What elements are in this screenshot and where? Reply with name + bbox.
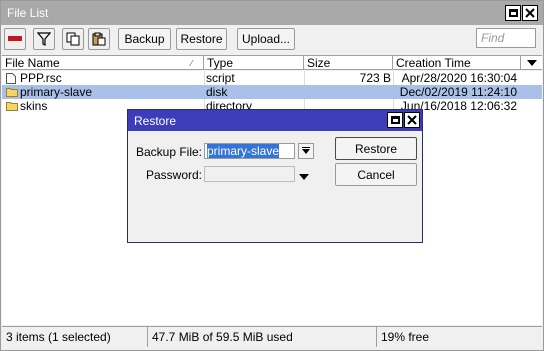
table-header: File Name ∕ Type Size Creation Time bbox=[2, 55, 542, 70]
maximize-icon bbox=[508, 9, 518, 17]
table-row[interactable]: PPP.rsc script 723 B Apr/28/2020 16:30:0… bbox=[2, 71, 542, 85]
cancel-button[interactable]: Cancel bbox=[335, 163, 417, 186]
column-header-size[interactable]: Size bbox=[304, 56, 393, 70]
close-button[interactable] bbox=[522, 5, 538, 21]
column-header-creation-time[interactable]: Creation Time bbox=[393, 56, 521, 70]
status-item-count: 3 items (1 selected) bbox=[6, 330, 111, 344]
backup-button[interactable]: Backup bbox=[118, 28, 171, 50]
paste-icon bbox=[92, 32, 106, 46]
file-type: disk bbox=[206, 85, 228, 99]
status-divider bbox=[376, 327, 377, 347]
copy-icon bbox=[66, 32, 80, 46]
restore-dialog: Restore Backup File: primary-slave Passw… bbox=[127, 109, 423, 243]
file-type: script bbox=[206, 71, 235, 85]
column-header-type[interactable]: Type bbox=[204, 56, 304, 70]
find-input[interactable]: Find bbox=[476, 28, 536, 48]
backup-file-value: primary-slave bbox=[207, 144, 280, 158]
backup-file-dropdown-button[interactable] bbox=[298, 143, 314, 159]
dialog-title: Restore bbox=[134, 114, 177, 128]
column-header-file-name[interactable]: File Name ∕ bbox=[2, 56, 204, 70]
dialog-maximize-button[interactable] bbox=[387, 112, 403, 128]
file-name: primary-slave bbox=[20, 85, 93, 99]
restore-confirm-button[interactable]: Restore bbox=[335, 137, 417, 160]
dialog-titlebar[interactable]: Restore bbox=[128, 110, 422, 131]
column-menu-button[interactable] bbox=[521, 56, 542, 70]
status-disk-usage: 47.7 MiB of 59.5 MiB used bbox=[152, 330, 293, 344]
toolbar: Backup Restore Upload... Find bbox=[1, 25, 543, 55]
table-row[interactable]: primary-slave disk Dec/02/2019 11:24:10 bbox=[2, 85, 542, 99]
restore-button[interactable]: Restore bbox=[176, 28, 227, 50]
folder-icon bbox=[6, 102, 18, 111]
minus-icon bbox=[8, 36, 22, 41]
status-free-space: 19% free bbox=[381, 330, 430, 344]
maximize-button[interactable] bbox=[505, 5, 521, 21]
file-name: PPP.rsc bbox=[20, 71, 62, 85]
file-creation-time: Dec/02/2019 11:24:10 bbox=[399, 85, 517, 99]
filter-button[interactable] bbox=[33, 28, 55, 50]
status-divider bbox=[147, 327, 148, 347]
chevron-down-icon bbox=[299, 174, 309, 180]
file-size: 723 B bbox=[359, 71, 391, 85]
backup-file-label: Backup File: bbox=[135, 145, 202, 159]
close-icon bbox=[407, 115, 417, 125]
window-title: File List bbox=[7, 6, 49, 20]
paste-button[interactable] bbox=[88, 28, 110, 50]
folder-icon bbox=[6, 88, 18, 97]
password-field[interactable] bbox=[204, 166, 295, 182]
window-titlebar[interactable]: File List bbox=[1, 1, 543, 25]
sort-indicator-icon: ∕ bbox=[191, 58, 193, 68]
filter-icon bbox=[37, 32, 51, 46]
close-icon bbox=[525, 8, 535, 18]
status-bar: 3 items (1 selected) 47.7 MiB of 59.5 Mi… bbox=[2, 326, 542, 347]
file-size bbox=[306, 85, 391, 99]
maximize-icon bbox=[390, 116, 400, 124]
chevron-down-icon bbox=[302, 147, 310, 154]
backup-file-select[interactable]: primary-slave bbox=[204, 143, 295, 159]
file-icon bbox=[6, 73, 16, 84]
password-label: Password: bbox=[145, 168, 202, 182]
dialog-close-button[interactable] bbox=[404, 112, 420, 128]
chevron-down-icon bbox=[526, 60, 537, 66]
upload-button[interactable]: Upload... bbox=[237, 28, 295, 50]
copy-button[interactable] bbox=[62, 28, 84, 50]
file-creation-time: Apr/28/2020 16:30:04 bbox=[401, 71, 517, 85]
remove-button[interactable] bbox=[4, 28, 26, 50]
password-dropdown-button[interactable] bbox=[299, 170, 311, 180]
